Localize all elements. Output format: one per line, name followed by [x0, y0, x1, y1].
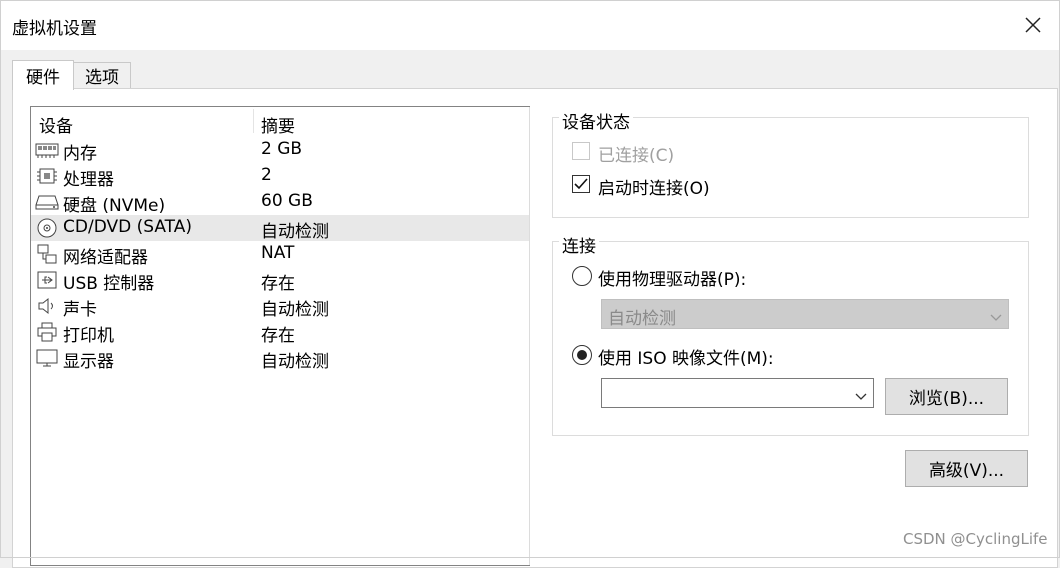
chevron-down-icon — [990, 308, 1002, 328]
device-summary: 60 GB — [261, 191, 313, 211]
iso-image-radio[interactable] — [572, 345, 592, 365]
advanced-button[interactable]: 高级(V)... — [905, 450, 1028, 487]
list-item-hard-disk[interactable]: 硬盘 (NVMe) 60 GB — [31, 189, 529, 216]
column-header-device[interactable]: 设备 — [39, 112, 73, 137]
list-item-usb-controller[interactable]: USB 控制器 存在 — [31, 267, 529, 294]
cd-dvd-icon — [35, 218, 59, 238]
browse-button-label: 浏览(B)... — [908, 389, 985, 409]
connect-on-start-label[interactable]: 启动时连接(O) — [598, 174, 710, 199]
device-name: 显示器 — [63, 352, 114, 372]
list-item-sound-card[interactable]: 声卡 自动检测 — [31, 293, 529, 320]
list-item-display[interactable]: 显示器 自动检测 — [31, 345, 529, 372]
close-button[interactable] — [1012, 4, 1054, 46]
device-summary: 自动检测 — [261, 300, 329, 320]
browse-button[interactable]: 浏览(B)... — [885, 378, 1008, 415]
window-title: 虚拟机设置 — [12, 19, 97, 39]
list-header: 设备 摘要 — [31, 107, 529, 137]
watermark: CSDN @CyclingLife — [903, 530, 1048, 548]
title-bar: 虚拟机设置 — [0, 0, 1060, 50]
list-vertical-divider — [529, 107, 530, 565]
device-name: 内存 — [63, 144, 97, 164]
memory-icon — [35, 140, 59, 160]
device-name: 声卡 — [63, 300, 97, 320]
device-name: 硬盘 (NVMe) — [63, 196, 166, 216]
close-icon — [1025, 17, 1041, 33]
device-summary: 自动检测 — [261, 222, 329, 242]
tab-options-label: 选项 — [85, 68, 119, 88]
connect-on-start-checkbox[interactable] — [572, 175, 590, 193]
chevron-down-icon[interactable] — [855, 387, 867, 407]
printer-icon — [35, 322, 59, 342]
device-summary: NAT — [261, 243, 295, 263]
iso-path-combobox[interactable] — [601, 378, 874, 408]
physical-drive-dropdown[interactable]: 自动检测 — [601, 299, 1009, 329]
list-item-network-adapter[interactable]: 网络适配器 NAT — [31, 241, 529, 268]
checkmark-icon — [574, 178, 588, 190]
network-adapter-icon — [35, 244, 59, 264]
column-separator[interactable] — [253, 109, 254, 133]
device-name: 网络适配器 — [63, 248, 148, 268]
connected-checkbox[interactable] — [572, 142, 590, 160]
device-name: 打印机 — [63, 326, 114, 346]
device-list[interactable]: 设备 摘要 内存 2 GB 处理器 2 硬盘 (NVMe) 60 GB CD/D… — [30, 106, 530, 566]
connection-title: 连接 — [559, 232, 599, 257]
device-summary: 自动检测 — [261, 352, 329, 372]
advanced-button-label: 高级(V)... — [928, 461, 1005, 481]
physical-drive-label[interactable]: 使用物理驱动器(P): — [598, 265, 746, 290]
tab-hardware-label: 硬件 — [26, 68, 60, 88]
cpu-icon — [35, 166, 59, 186]
usb-icon — [35, 270, 59, 290]
connected-label[interactable]: 已连接(C) — [598, 141, 674, 166]
device-summary: 存在 — [261, 274, 295, 294]
list-item-memory[interactable]: 内存 2 GB — [31, 137, 529, 164]
list-item-cd-dvd[interactable]: CD/DVD (SATA) 自动检测 — [31, 215, 529, 242]
tab-options[interactable]: 选项 — [73, 62, 131, 88]
column-header-summary[interactable]: 摘要 — [261, 112, 295, 137]
device-summary: 存在 — [261, 326, 295, 346]
radio-selected-dot — [577, 350, 587, 360]
list-item-printer[interactable]: 打印机 存在 — [31, 319, 529, 346]
iso-image-label[interactable]: 使用 ISO 映像文件(M): — [598, 344, 774, 369]
tab-hardware[interactable]: 硬件 — [12, 60, 74, 90]
list-item-processor[interactable]: 处理器 2 — [31, 163, 529, 190]
monitor-icon — [35, 348, 59, 368]
device-summary: 2 — [261, 165, 272, 185]
physical-drive-radio[interactable] — [572, 266, 592, 286]
device-name: USB 控制器 — [63, 274, 155, 294]
device-status-title: 设备状态 — [559, 108, 633, 133]
speaker-icon — [35, 296, 59, 316]
device-name: 处理器 — [63, 170, 114, 190]
device-name: CD/DVD (SATA) — [63, 217, 192, 237]
hard-disk-icon — [35, 192, 59, 212]
device-summary: 2 GB — [261, 139, 303, 159]
physical-drive-dropdown-value: 自动检测 — [608, 309, 676, 329]
